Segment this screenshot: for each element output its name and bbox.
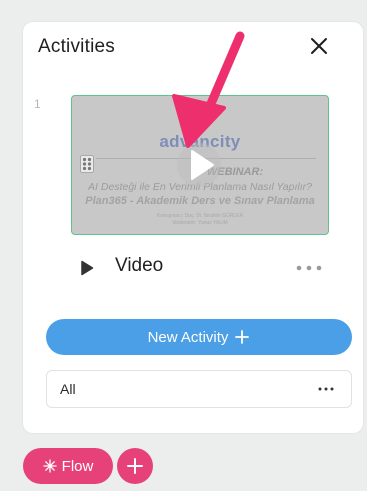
panel-title: Activities (38, 36, 115, 57)
activities-panel: Activities 1 advancity WEBINAR: AI Deste… (23, 22, 363, 433)
thumbnail-credit-moderator: Moderatör: Yunus YALIM (172, 220, 228, 226)
sparkle-icon (43, 459, 57, 473)
video-thumbnail[interactable]: advancity WEBINAR: AI Desteği ile En Ver… (71, 95, 329, 235)
thumbnail-credits: Konuşmacı: Doç. Dr. İbrahim GÜRLER Moder… (72, 213, 328, 227)
flow-label: Flow (61, 457, 94, 475)
thumbnail-credit-speaker: Konuşmacı: Doç. Dr. İbrahim GÜRLER (156, 213, 244, 219)
play-icon[interactable] (176, 142, 222, 188)
add-button[interactable] (117, 448, 153, 484)
more-horizontal-icon[interactable] (317, 381, 335, 397)
filter-select[interactable]: All (46, 370, 352, 408)
filter-label: All (60, 381, 76, 397)
activity-label[interactable]: Video (115, 255, 163, 277)
flow-button[interactable]: Flow (23, 448, 113, 484)
new-activity-button[interactable]: New Activity (46, 319, 352, 355)
more-horizontal-icon[interactable] (293, 258, 329, 278)
thumbnail-subtitle: Plan365 - Akademik Ders ve Sınav Planlam… (85, 195, 315, 207)
play-triangle-icon (81, 260, 94, 276)
close-icon[interactable] (307, 34, 331, 58)
plus-icon (127, 458, 143, 474)
new-activity-label: New Activity (147, 328, 229, 346)
activity-index: 1 (34, 97, 41, 111)
drag-handle-icon[interactable] (80, 155, 94, 173)
plus-icon (235, 330, 250, 344)
